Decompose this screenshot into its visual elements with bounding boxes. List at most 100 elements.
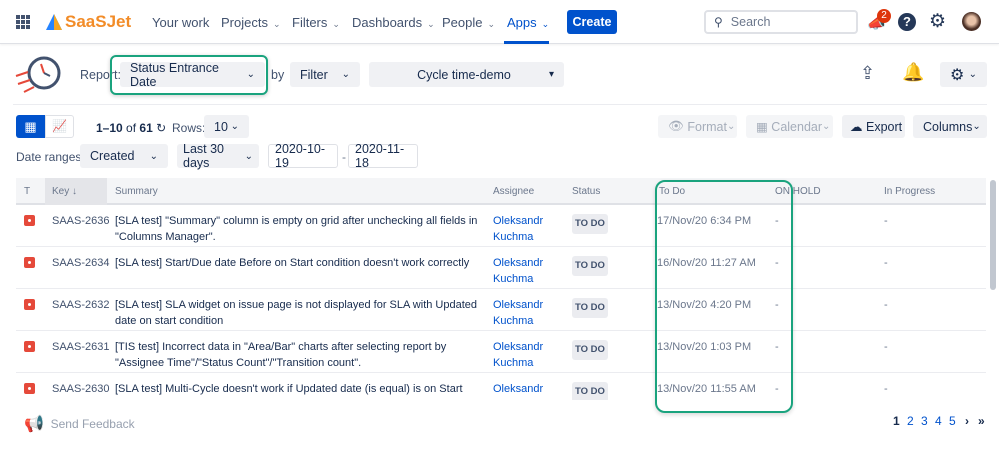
nav-your-work[interactable]: Your work — [152, 15, 209, 30]
col-summary[interactable]: Summary — [115, 186, 158, 197]
scrollbar[interactable] — [990, 180, 996, 290]
issue-summary[interactable]: [SLA test] SLA widget on issue page is n… — [115, 297, 485, 329]
gear-icon: ⚙ — [950, 66, 965, 84]
in-progress-value: - — [884, 383, 888, 395]
table-row[interactable]: SAAS-2636 [SLA test] "Summary" column is… — [16, 205, 986, 247]
chart-view-button[interactable]: 📈 — [45, 115, 74, 138]
send-feedback-link[interactable]: 📢 Send Feedback — [24, 414, 135, 434]
issue-summary[interactable]: [SLA test] Start/Due date Before on Star… — [115, 255, 485, 271]
rows-dropdown[interactable]: 10 ⌄ — [204, 115, 249, 138]
sort-down-icon: ↓ — [72, 186, 78, 197]
todo-highlight-box — [655, 180, 793, 413]
issue-summary[interactable]: [TIS test] Incorrect data in "Area/Bar" … — [115, 339, 485, 371]
active-tab-indicator — [504, 41, 549, 44]
next-page-button[interactable]: › — [965, 414, 969, 428]
table-row[interactable]: SAAS-2630 [SLA test] Multi-Cycle doesn't… — [16, 373, 986, 400]
nav-apps[interactable]: Apps ⌄ — [507, 15, 549, 30]
nav-people[interactable]: People ⌄ — [442, 15, 495, 30]
status-badge: TO DO — [572, 214, 608, 234]
bug-icon — [24, 215, 35, 226]
issue-key[interactable]: SAAS-2634 — [52, 255, 109, 271]
page-link[interactable]: 2 — [907, 414, 914, 428]
issue-summary[interactable]: [SLA test] Multi-Cycle doesn't work if U… — [115, 381, 485, 400]
nav-projects[interactable]: Projects ⌄ — [221, 15, 281, 30]
table-body: SAAS-2636 [SLA test] "Summary" column is… — [0, 205, 999, 400]
bug-icon — [24, 257, 35, 268]
status-badge: TO DO — [572, 382, 608, 400]
nav-filters[interactable]: Filters ⌄ — [292, 15, 340, 30]
eye-icon: 👁 — [668, 119, 684, 133]
megaphone-icon: 📢 — [24, 416, 44, 433]
refresh-icon[interactable]: ↻ — [156, 121, 166, 135]
status-badge: TO DO — [572, 256, 608, 276]
logo-icon — [46, 14, 62, 30]
create-button[interactable]: Create — [567, 10, 617, 34]
by-dropdown[interactable]: Filter ⌄ — [290, 62, 360, 87]
issue-key[interactable]: SAAS-2636 — [52, 213, 109, 229]
date-to-input[interactable]: 2020-11-18 — [348, 142, 418, 170]
saasjet-logo[interactable]: SaaSJet — [45, 12, 131, 32]
help-icon[interactable]: ? — [898, 13, 916, 31]
date-field-dropdown[interactable]: Created ⌄ — [80, 144, 168, 168]
page-link[interactable]: 1 — [893, 414, 900, 428]
issue-key[interactable]: SAAS-2630 — [52, 381, 109, 397]
assignee-link[interactable]: Oleksandr Kuchma — [493, 297, 563, 329]
in-progress-value: - — [884, 215, 888, 227]
col-in-progress[interactable]: In Progress — [884, 186, 935, 197]
pagination-summary: 1–10 of 61 ↻ — [96, 121, 167, 135]
grid-view-button[interactable]: ▦ — [16, 115, 45, 138]
table-row[interactable]: SAAS-2632 [SLA test] SLA widget on issue… — [16, 289, 986, 331]
date-separator: - — [342, 150, 346, 164]
assignee-link[interactable]: Oleksandr Kuchma — [493, 255, 563, 287]
assignee-link[interactable]: Oleksandr Kuchma — [493, 381, 563, 400]
date-period-dropdown[interactable]: Last 30 days ⌄ — [177, 142, 259, 170]
in-progress-value: - — [884, 257, 888, 269]
in-progress-value: - — [884, 299, 888, 311]
status-badge: TO DO — [572, 340, 608, 360]
calendar-button[interactable]: ▦ Calendar ⌄ — [746, 115, 833, 138]
cloud-upload-icon: ☁ — [850, 120, 863, 134]
page-link[interactable]: 4 — [935, 414, 942, 428]
search-icon: ⚲ — [714, 15, 723, 29]
by-label: by — [271, 68, 285, 82]
nav-dashboards[interactable]: Dashboards ⌄ — [352, 15, 435, 30]
status-badge: TO DO — [572, 298, 608, 318]
page-link[interactable]: 3 — [921, 414, 928, 428]
divider — [13, 104, 987, 105]
search-input[interactable]: ⚲ Search — [704, 10, 858, 34]
settings-dropdown[interactable]: ⚙ ⌄ — [940, 62, 987, 87]
settings-icon[interactable]: ⚙ — [929, 10, 946, 33]
calendar-icon: ▦ — [756, 120, 768, 134]
col-status[interactable]: Status — [572, 186, 600, 197]
table-row[interactable]: SAAS-2631 [TIS test] Incorrect data in "… — [16, 331, 986, 373]
page-link[interactable]: 5 — [949, 414, 956, 428]
date-from-input[interactable]: 2020-10-19 — [268, 142, 338, 170]
filter-dropdown[interactable]: Cycle time-demo ▾ — [369, 62, 564, 87]
issue-summary[interactable]: [SLA test] "Summary" column is empty on … — [115, 213, 485, 245]
assignee-link[interactable]: Oleksandr Kuchma — [493, 213, 563, 245]
last-page-button[interactable]: » — [978, 414, 985, 428]
issue-key[interactable]: SAAS-2632 — [52, 297, 109, 313]
col-type[interactable]: T — [24, 186, 30, 197]
top-nav: SaaSJet Your work Projects ⌄ Filters ⌄ Das… — [0, 0, 999, 44]
in-progress-value: - — [884, 341, 888, 353]
notification-badge: 2 — [877, 9, 891, 23]
format-button[interactable]: 👁 Format ⌄ — [658, 115, 737, 138]
issue-key[interactable]: SAAS-2631 — [52, 339, 109, 355]
app-switcher-icon[interactable] — [16, 15, 30, 29]
share-icon[interactable]: ⇪ — [860, 63, 875, 84]
rows-label: Rows: — [172, 121, 206, 135]
avatar[interactable] — [962, 12, 981, 31]
brand-name: SaaSJet — [65, 12, 132, 31]
search-placeholder: Search — [730, 15, 771, 29]
report-type-dropdown[interactable]: Status Entrance Date ⌄ — [120, 61, 265, 89]
col-assignee[interactable]: Assignee — [493, 186, 534, 197]
columns-button[interactable]: Columns ⌄ — [913, 115, 987, 138]
assignee-link[interactable]: Oleksandr Kuchma — [493, 339, 563, 371]
table-row[interactable]: SAAS-2634 [SLA test] Start/Due date Befo… — [16, 247, 986, 289]
col-key[interactable]: Key ↓ — [52, 186, 77, 197]
cycle-time-logo-icon — [15, 56, 61, 93]
export-button[interactable]: ☁ Export — [842, 115, 905, 138]
bell-icon[interactable]: 🔔 — [902, 62, 924, 83]
date-ranges-label: Date ranges: — [16, 150, 85, 164]
